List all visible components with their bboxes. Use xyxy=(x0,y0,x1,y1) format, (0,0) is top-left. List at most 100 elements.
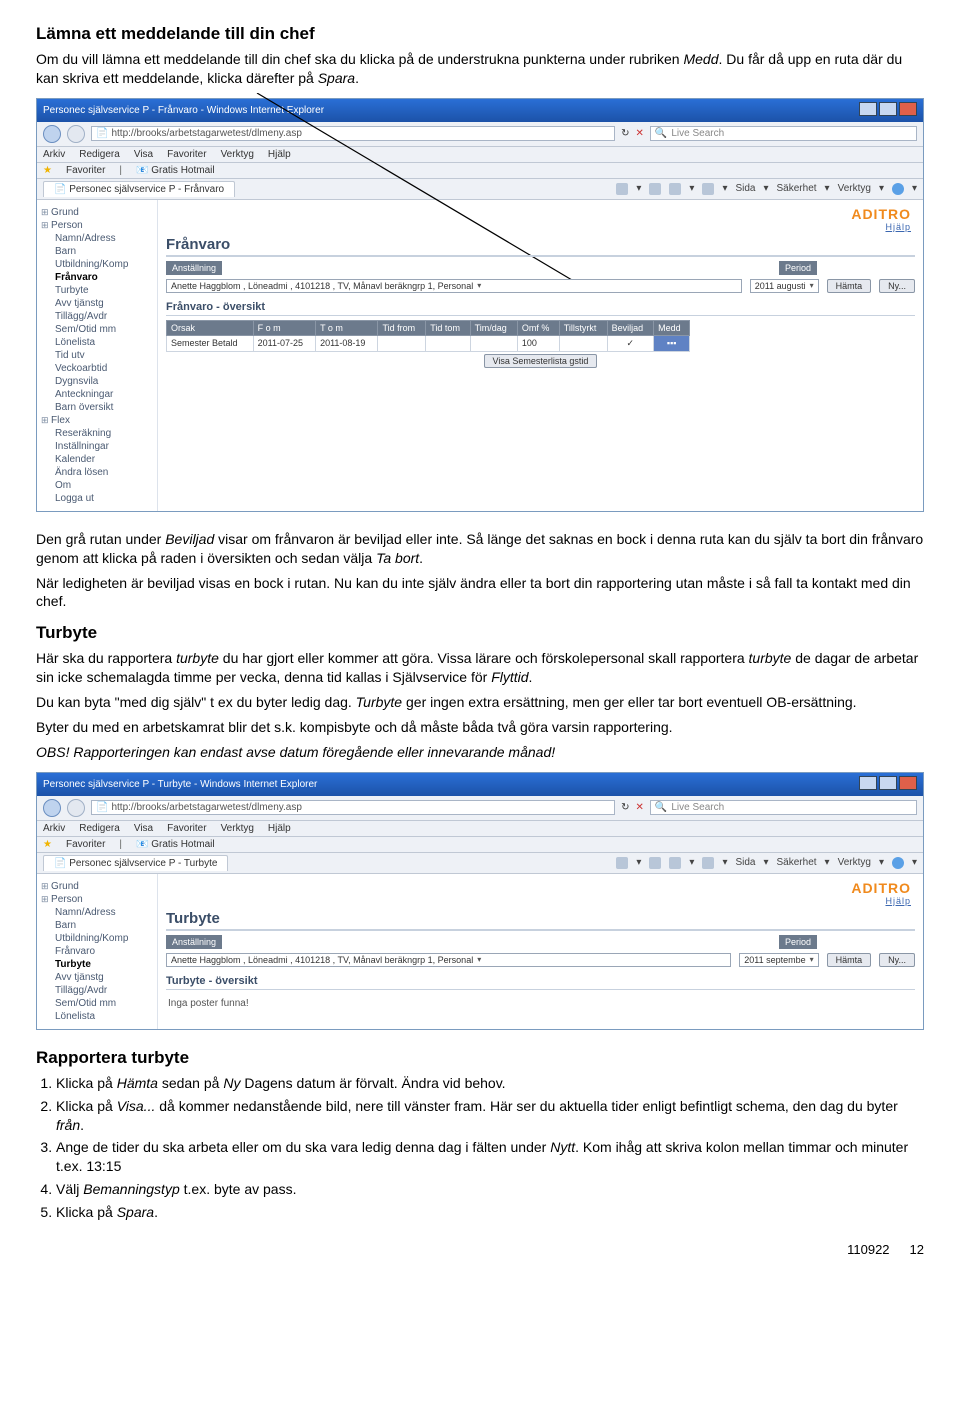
search-input[interactable]: 🔍Live Search xyxy=(650,126,917,141)
search-input[interactable]: 🔍Live Search xyxy=(650,800,917,815)
table-row[interactable]: Semester Betald 2011-07-25 2011-08-19 10… xyxy=(167,335,690,351)
sidebar-flex[interactable]: Flex xyxy=(41,414,153,427)
sidebar-item-semotid[interactable]: Sem/Otid mm xyxy=(41,997,153,1010)
help-icon[interactable] xyxy=(892,183,904,195)
favorites-label[interactable]: Favoriter xyxy=(66,165,105,176)
sidebar-item-franvaro[interactable]: Frånvaro xyxy=(41,945,153,958)
sidebar-item-andralosen[interactable]: Ändra lösen xyxy=(41,466,153,479)
print-icon[interactable] xyxy=(702,857,714,869)
sidebar-item-tillagg[interactable]: Tillägg/Avdr xyxy=(41,984,153,997)
sidebar-item-om[interactable]: Om xyxy=(41,479,153,492)
tools-sakerhet[interactable]: Säkerhet xyxy=(777,857,817,868)
hamta-button[interactable]: Hämta xyxy=(827,953,872,967)
sidebar-item-franvaro[interactable]: Frånvaro xyxy=(41,271,153,284)
menu-visa[interactable]: Visa xyxy=(134,149,153,160)
sidebar-grund[interactable]: Grund xyxy=(41,880,153,893)
step-5: Klicka på Spara. xyxy=(56,1203,924,1222)
sidebar-person[interactable]: Person xyxy=(41,219,153,232)
star-icon[interactable]: ★ xyxy=(43,165,52,176)
sidebar-item-dygnsvila[interactable]: Dygnsvila xyxy=(41,375,153,388)
help-link[interactable]: Hjälp xyxy=(170,222,911,232)
fav-item-hotmail[interactable]: 📧 Gratis Hotmail xyxy=(136,839,215,850)
tab-page[interactable]: 📄 Personec självservice P - Frånvaro xyxy=(43,181,235,197)
period-dropdown[interactable]: 2011 augusti xyxy=(750,279,819,293)
tools-sida[interactable]: Sida xyxy=(735,183,755,194)
refresh-icon[interactable]: ↻ xyxy=(621,802,629,813)
sidebar-item-utbildning[interactable]: Utbildning/Komp xyxy=(41,258,153,271)
sidebar-item-turbyte[interactable]: Turbyte xyxy=(41,958,153,971)
url-input[interactable]: 📄http://brooks/arbetstagarwetest/dlmeny.… xyxy=(91,126,615,141)
menu-hjalp[interactable]: Hjälp xyxy=(268,149,291,160)
menu-redigera[interactable]: Redigera xyxy=(79,823,120,834)
ny-button[interactable]: Ny... xyxy=(879,279,915,293)
sidebar-item-tillagg[interactable]: Tillägg/Avdr xyxy=(41,310,153,323)
sidebar-item-avvtjanstg[interactable]: Avv tjänstg xyxy=(41,971,153,984)
sidebar-grund[interactable]: Grund xyxy=(41,206,153,219)
stop-icon[interactable]: ✕ xyxy=(636,128,644,139)
tools-sida[interactable]: Sida xyxy=(735,857,755,868)
refresh-icon[interactable]: ↻ xyxy=(621,128,629,139)
sidebar-item-lonelista[interactable]: Lönelista xyxy=(41,1010,153,1023)
period-dropdown[interactable]: 2011 septembe xyxy=(739,953,818,967)
sidebar-item-tidutv[interactable]: Tid utv xyxy=(41,349,153,362)
nav-back-icon[interactable] xyxy=(43,125,61,143)
star-icon[interactable]: ★ xyxy=(43,839,52,850)
sidebar-item-anteck[interactable]: Anteckningar xyxy=(41,388,153,401)
menu-redigera[interactable]: Redigera xyxy=(79,149,120,160)
window-buttons[interactable] xyxy=(857,776,917,793)
sidebar-person[interactable]: Person xyxy=(41,893,153,906)
sidebar-item-veckoarbtid[interactable]: Veckoarbtid xyxy=(41,362,153,375)
step-1: Klicka på Hämta sedan på Ny Dagens datum… xyxy=(56,1074,924,1093)
sidebar-item-namnaddress[interactable]: Namn/Adress xyxy=(41,232,153,245)
home-icon[interactable] xyxy=(616,857,628,869)
nav-fwd-icon[interactable] xyxy=(67,799,85,817)
mail-icon[interactable] xyxy=(669,857,681,869)
menu-visa[interactable]: Visa xyxy=(134,823,153,834)
window-buttons[interactable] xyxy=(857,102,917,119)
sidebar-item-loggaut[interactable]: Logga ut xyxy=(41,492,153,505)
sidebar-item-barn[interactable]: Barn xyxy=(41,919,153,932)
sidebar-item-utbildning[interactable]: Utbildning/Komp xyxy=(41,932,153,945)
menu-arkiv[interactable]: Arkiv xyxy=(43,149,65,160)
feed-icon[interactable] xyxy=(649,183,661,195)
sidebar-item-installningar[interactable]: Inställningar xyxy=(41,440,153,453)
sidebar-item-reserakning[interactable]: Reseräkning xyxy=(41,427,153,440)
sidebar-item-namnaddress[interactable]: Namn/Adress xyxy=(41,906,153,919)
print-icon[interactable] xyxy=(702,183,714,195)
sidebar-item-barnoversikt[interactable]: Barn översikt xyxy=(41,401,153,414)
sidebar-item-turbyte[interactable]: Turbyte xyxy=(41,284,153,297)
nav-fwd-icon[interactable] xyxy=(67,125,85,143)
tools-verktyg[interactable]: Verktyg xyxy=(838,183,871,194)
hamta-button[interactable]: Hämta xyxy=(827,279,872,293)
sidebar-item-barn[interactable]: Barn xyxy=(41,245,153,258)
tools-sakerhet[interactable]: Säkerhet xyxy=(777,183,817,194)
help-icon[interactable] xyxy=(892,857,904,869)
stop-icon[interactable]: ✕ xyxy=(636,802,644,813)
sidebar-item-avvtjanstg[interactable]: Avv tjänstg xyxy=(41,297,153,310)
url-input[interactable]: 📄http://brooks/arbetstagarwetest/dlmeny.… xyxy=(91,800,615,815)
menu-verktyg[interactable]: Verktyg xyxy=(221,823,254,834)
col-timdag: Tim/dag xyxy=(470,320,517,335)
tab-page[interactable]: 📄 Personec självservice P - Turbyte xyxy=(43,855,228,871)
home-icon[interactable] xyxy=(616,183,628,195)
menu-arkiv[interactable]: Arkiv xyxy=(43,823,65,834)
help-link[interactable]: Hjälp xyxy=(170,896,911,906)
menu-verktyg[interactable]: Verktyg xyxy=(221,149,254,160)
sidebar-item-lonelista[interactable]: Lönelista xyxy=(41,336,153,349)
anstallning-dropdown[interactable]: Anette Haggblom , Löneadmi , 4101218 , T… xyxy=(166,279,742,293)
feed-icon[interactable] xyxy=(649,857,661,869)
medd-link[interactable]: ▪▪▪ xyxy=(654,335,690,351)
favorites-label[interactable]: Favoriter xyxy=(66,839,105,850)
sidebar-item-semotid[interactable]: Sem/Otid mm xyxy=(41,323,153,336)
mail-icon[interactable] xyxy=(669,183,681,195)
tools-verktyg[interactable]: Verktyg xyxy=(838,857,871,868)
menu-hjalp[interactable]: Hjälp xyxy=(268,823,291,834)
visa-semesterlista-button[interactable]: Visa Semesterlista gstid xyxy=(484,354,598,368)
menu-favoriter[interactable]: Favoriter xyxy=(167,149,206,160)
ny-button[interactable]: Ny... xyxy=(879,953,915,967)
menu-favoriter[interactable]: Favoriter xyxy=(167,823,206,834)
anstallning-dropdown[interactable]: Anette Haggblom , Löneadmi , 4101218 , T… xyxy=(166,953,731,967)
nav-back-icon[interactable] xyxy=(43,799,61,817)
fav-item-hotmail[interactable]: 📧 Gratis Hotmail xyxy=(136,165,215,176)
sidebar-item-kalender[interactable]: Kalender xyxy=(41,453,153,466)
